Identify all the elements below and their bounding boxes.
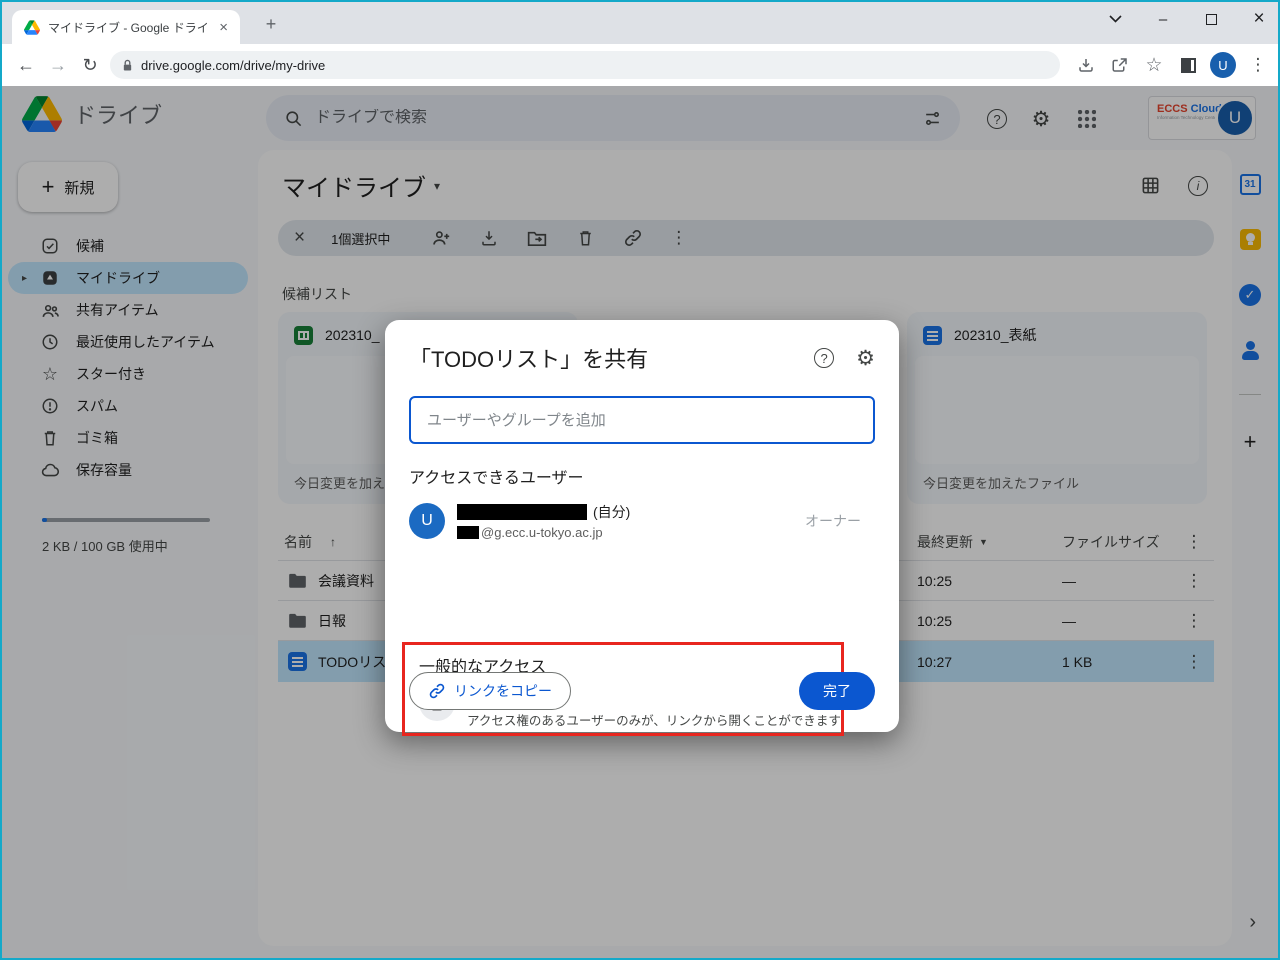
browser-toolbar: ← → ↻ drive.google.com/drive/my-drive ☆ … [2,44,1278,86]
side-panel-icon[interactable] [1176,53,1200,77]
owner-self-suffix: (自分) [593,502,630,522]
done-button[interactable]: 完了 [799,672,875,710]
lock-icon [122,59,133,72]
copy-link-button[interactable]: リンクをコピー [409,672,571,710]
access-description: アクセス権のあるユーザーのみが、リンクから開くことができます [467,710,841,729]
new-tab-button[interactable]: + [258,14,284,35]
maximize-button[interactable] [1200,8,1222,30]
browser-tab[interactable]: マイドライブ - Google ドライブ × [12,10,240,44]
install-icon[interactable] [1074,53,1098,77]
owner-email-domain: @g.ecc.u-tokyo.ac.jp [481,525,603,540]
dialog-settings-icon[interactable]: ⚙ [856,348,875,369]
dialog-title: 「TODOリスト」を共有 [409,342,814,374]
window-controls: – × [1104,8,1270,30]
owner-avatar: U [409,503,445,539]
browser-avatar[interactable]: U [1210,52,1236,78]
reload-icon[interactable]: ↻ [74,55,106,76]
link-icon [428,682,446,700]
browser-tabstrip: マイドライブ - Google ドライブ × + – × [2,2,1278,44]
people-with-access-heading: アクセスできるユーザー [409,464,875,488]
tab-close-icon[interactable]: × [215,19,232,36]
tab-search-chevron-icon[interactable] [1104,8,1126,30]
url-text: drive.google.com/drive/my-drive [141,58,325,73]
owner-row: U (自分) @g.ecc.u-tokyo.ac.jp オーナー [409,502,875,540]
close-window-button[interactable]: × [1248,8,1270,30]
address-bar[interactable]: drive.google.com/drive/my-drive [110,51,1060,79]
drive-favicon [24,20,40,35]
forward-icon[interactable]: → [42,55,74,76]
share-page-icon[interactable] [1108,53,1132,77]
owner-role-label: オーナー [805,511,875,531]
minimize-button[interactable]: – [1152,8,1174,30]
screenshot-root: マイドライブ - Google ドライブ × + – × ← → ↻ drive… [0,0,1280,960]
add-people-input[interactable] [409,396,875,444]
back-icon[interactable]: ← [10,55,42,76]
tab-title: マイドライブ - Google ドライブ [48,19,207,36]
redacted-email-prefix [457,526,479,539]
toolbar-right: ☆ U ⋮ [1074,52,1276,78]
browser-menu-icon[interactable]: ⋮ [1246,53,1270,77]
dialog-help-icon[interactable]: ? [814,348,834,368]
bookmark-star-icon[interactable]: ☆ [1142,53,1166,77]
redacted-owner-name [457,504,587,520]
drive-page: ドライブ ? ⚙ ECCS Cloud Mail Infor [2,86,1278,958]
copy-link-label: リンクをコピー [454,681,552,701]
share-dialog: 「TODOリスト」を共有 ? ⚙ アクセスできるユーザー U (自分) [385,320,899,732]
